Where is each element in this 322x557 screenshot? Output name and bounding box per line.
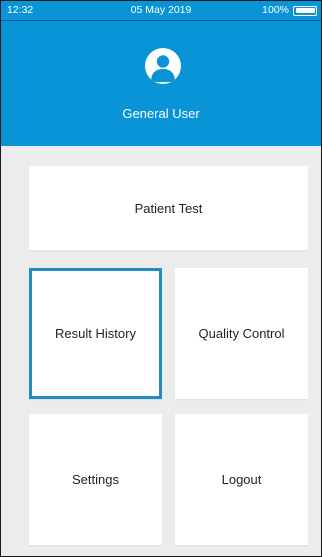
patient-test-label: Patient Test xyxy=(134,200,203,216)
quality-control-button[interactable]: Quality Control xyxy=(175,268,308,399)
result-history-button[interactable]: Result History xyxy=(29,268,162,399)
device-screen: 12:32 05 May 2019 100% General User Pati… xyxy=(0,0,322,557)
result-history-label: Result History xyxy=(55,326,136,341)
battery-icon xyxy=(293,5,317,16)
quality-control-label: Quality Control xyxy=(198,326,285,341)
user-avatar-icon xyxy=(145,48,181,84)
person-icon xyxy=(151,55,175,82)
battery-indicator: 100% xyxy=(262,1,317,20)
settings-button[interactable]: Settings xyxy=(29,414,162,545)
logout-label: Logout xyxy=(221,472,262,487)
battery-percent: 100% xyxy=(262,4,289,16)
status-bar: 12:32 05 May 2019 100% xyxy=(1,1,321,21)
patient-test-button[interactable]: Patient Test xyxy=(29,166,308,250)
settings-label: Settings xyxy=(72,472,119,487)
logout-button[interactable]: Logout xyxy=(175,414,308,545)
user-name: General User xyxy=(122,106,200,121)
user-header: General User xyxy=(1,21,321,146)
